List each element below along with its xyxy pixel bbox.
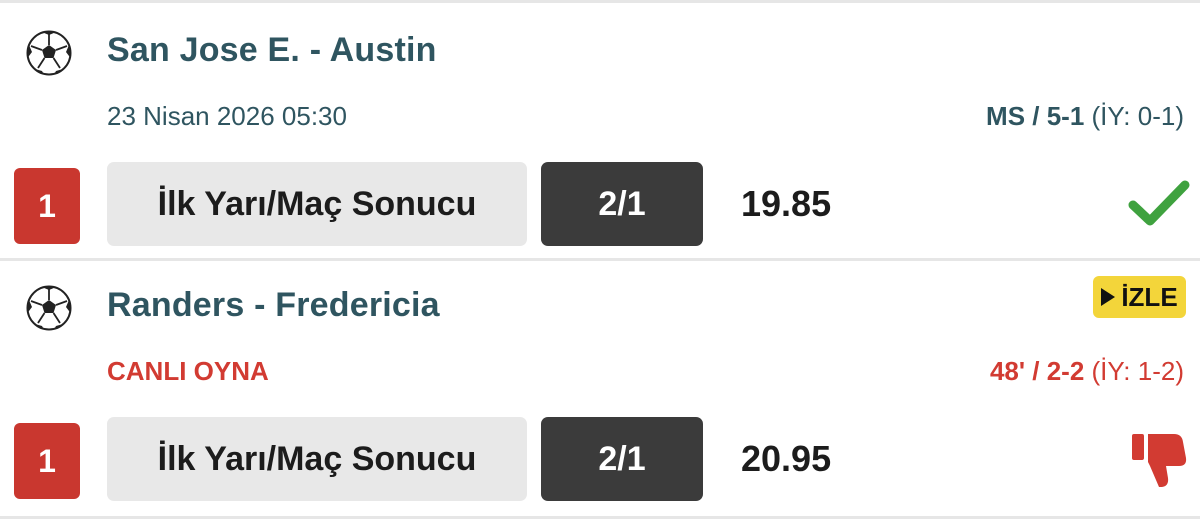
pick-button[interactable]: 2/1 <box>541 162 703 246</box>
market-button[interactable]: İlk Yarı/Maç Sonucu <box>107 162 527 246</box>
odds-value: 19.85 <box>741 183 832 224</box>
match-status: 48' / 2-2 (İY: 1-2) <box>990 356 1184 387</box>
match-card: San Jose E. - Austin 23 Nisan 2026 05:30… <box>0 3 1200 259</box>
watch-button[interactable]: İZLE <box>1093 276 1186 318</box>
live-play-link[interactable]: CANLI OYNA <box>107 356 269 387</box>
match-score: MS / 5-1 <box>986 101 1085 131</box>
watch-label: İZLE <box>1121 281 1178 312</box>
half-time-score: (İY: 0-1) <box>1084 101 1184 131</box>
half-time-score: (İY: 1-2) <box>1084 356 1184 386</box>
check-icon <box>1128 180 1190 226</box>
match-teams[interactable]: Randers - Fredericia <box>107 286 440 325</box>
match-date: 23 Nisan 2026 05:30 <box>107 101 347 131</box>
selection-number-badge: 1 <box>14 168 80 244</box>
match-teams[interactable]: San Jose E. - Austin <box>107 31 437 70</box>
thumbs-down-icon <box>1132 434 1187 487</box>
market-button[interactable]: İlk Yarı/Maç Sonucu <box>107 417 527 501</box>
odds-value: 20.95 <box>741 438 832 479</box>
match-status: MS / 5-1 (İY: 0-1) <box>986 101 1184 132</box>
match-score: 48' / 2-2 <box>989 356 1085 386</box>
selection-number-badge: 1 <box>14 423 80 499</box>
play-icon <box>1101 288 1116 306</box>
soccer-ball-icon <box>26 30 72 76</box>
match-card: Randers - Fredericia İZLE CANLI OYNA 48'… <box>0 258 1200 514</box>
pick-button[interactable]: 2/1 <box>541 417 703 501</box>
soccer-ball-icon <box>26 285 72 331</box>
